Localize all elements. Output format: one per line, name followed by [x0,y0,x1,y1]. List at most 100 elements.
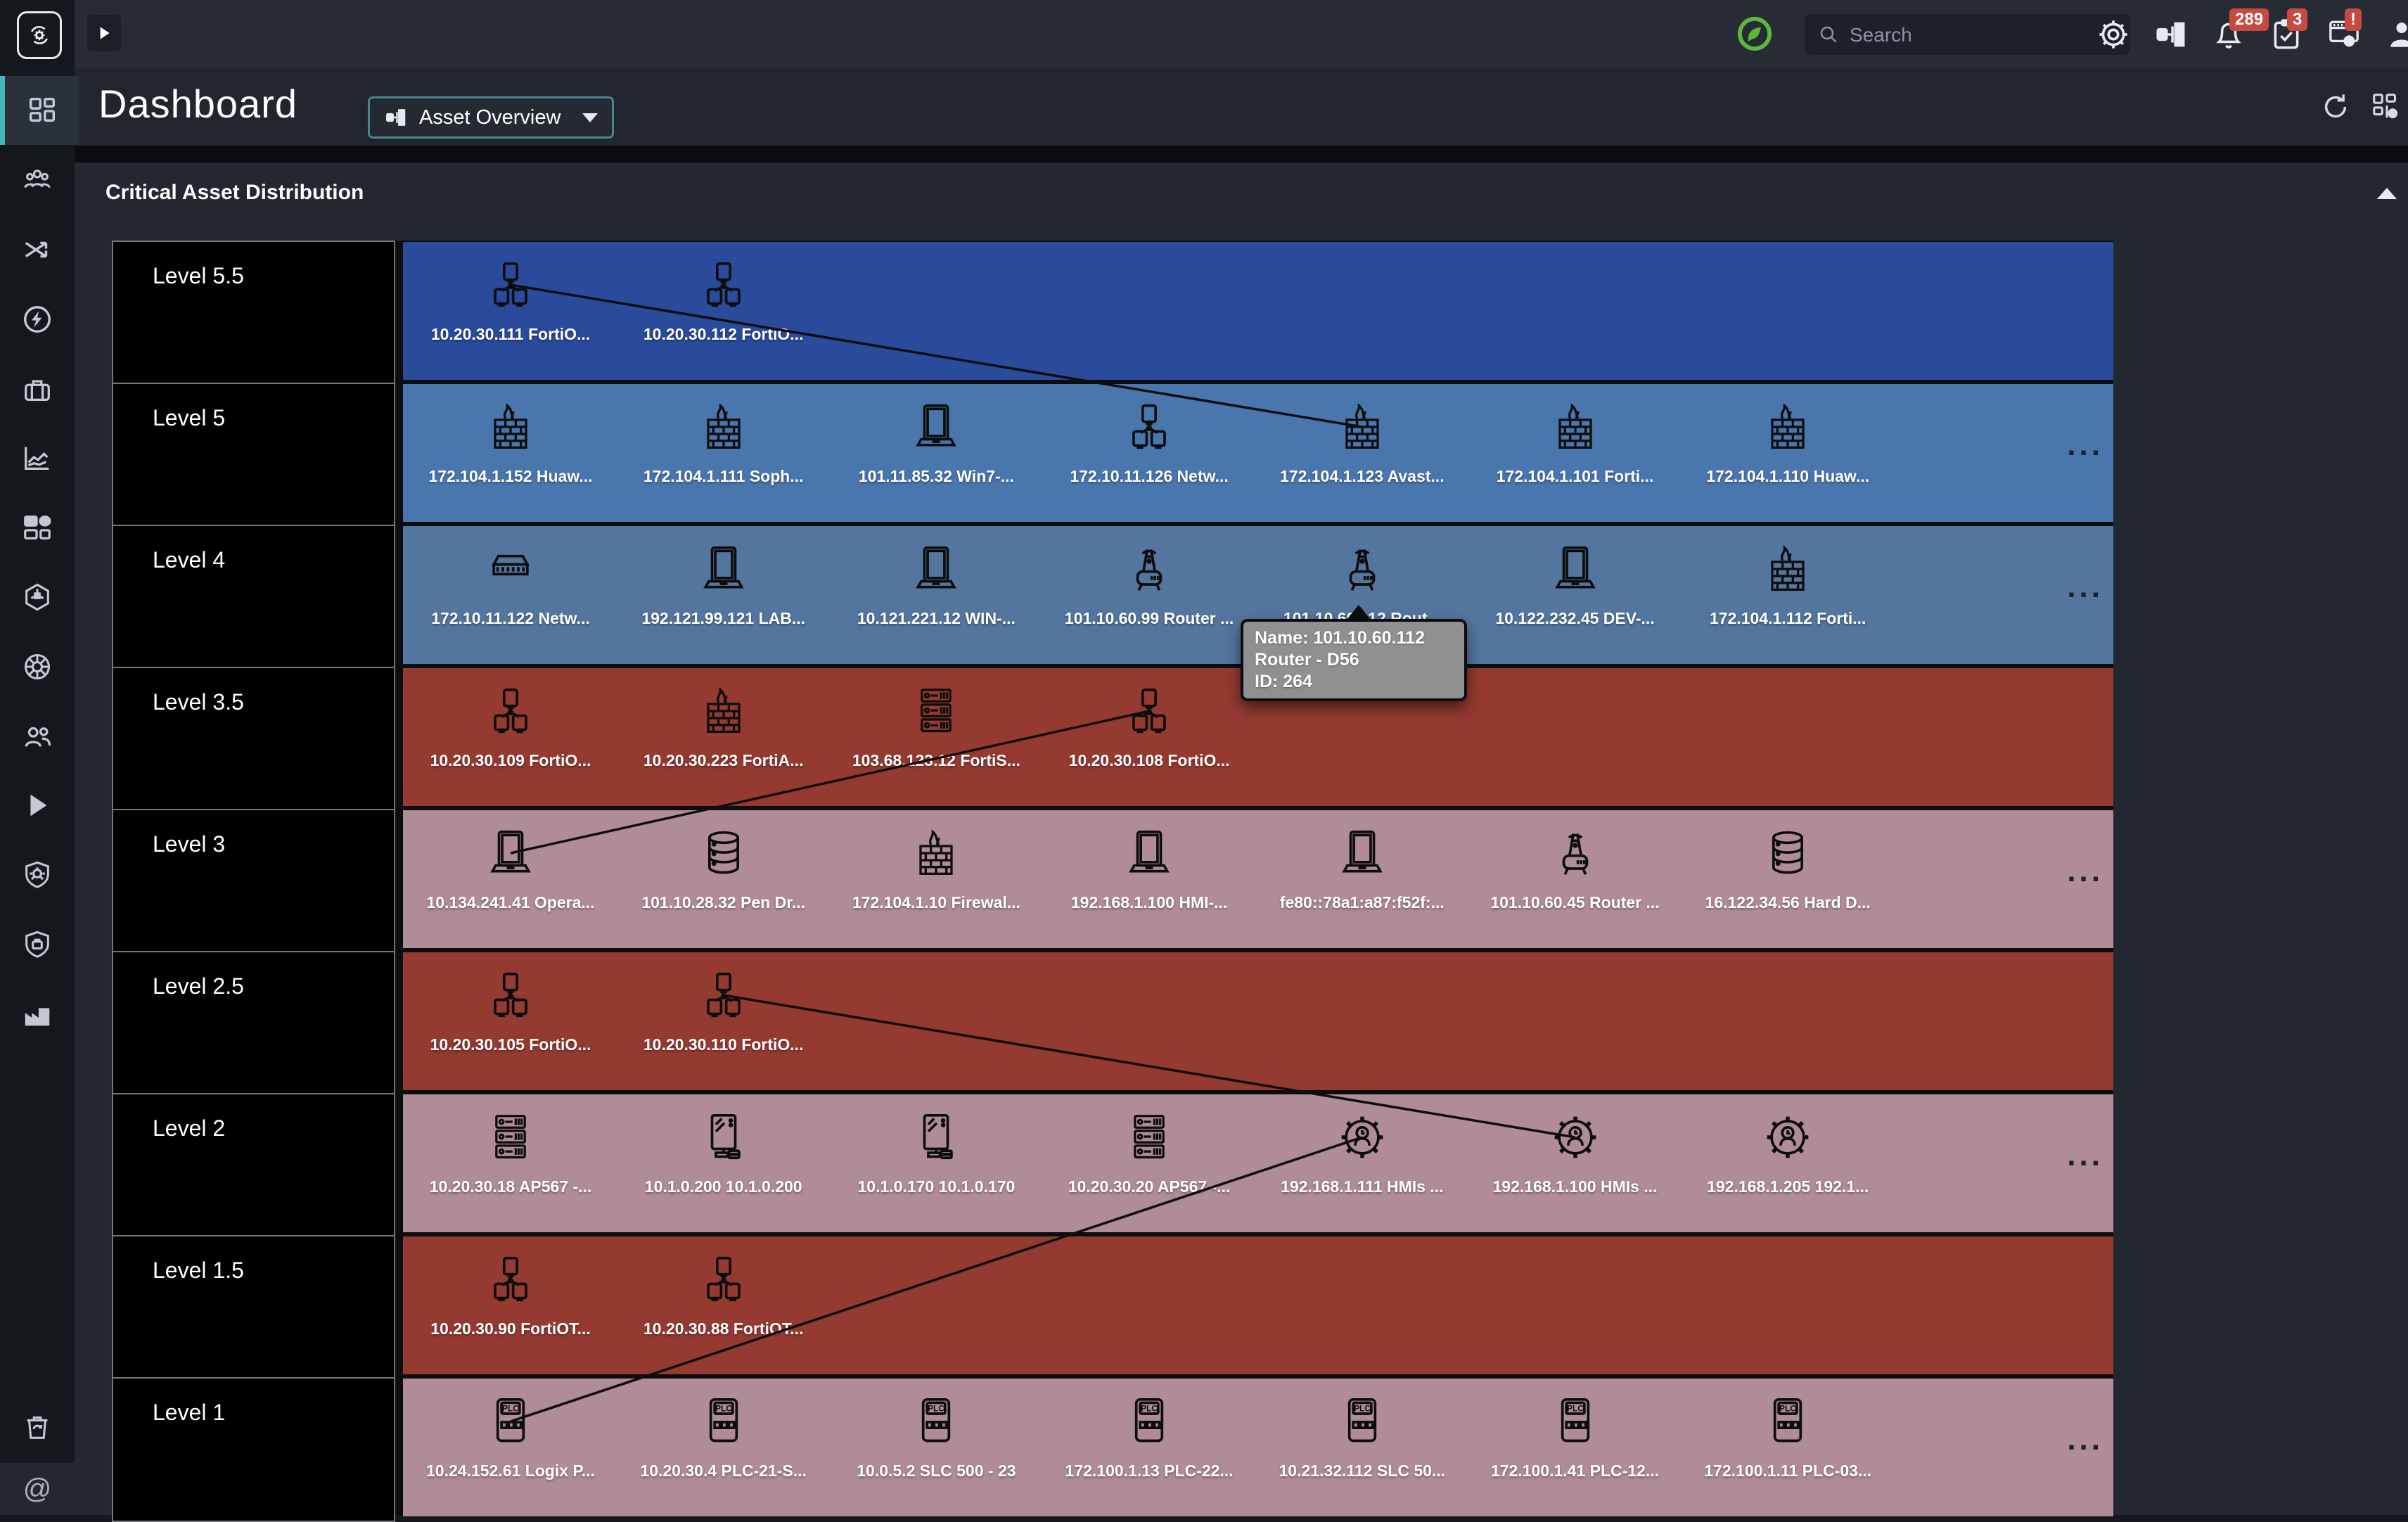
asset-node[interactable]: 192.121.99.121 LAB... [621,526,826,664]
asset-node-label: 101.10.28.32 Pen Dr... [621,893,826,912]
row-overflow-ellipsis[interactable]: ... [2067,428,2103,463]
refresh-button[interactable] [2319,91,2352,123]
level-band: 10.20.30.105 FortiO...10.20.30.110 Forti… [403,952,2113,1090]
server-icon [487,1114,534,1160]
asset-node[interactable]: 101.10.28.32 Pen Dr... [621,810,826,948]
asset-node[interactable]: 192.168.1.205 192.1... [1685,1094,1890,1232]
asset-node[interactable]: 10.20.30.111 FortiO... [408,242,613,380]
asset-node[interactable]: 10.24.152.61 Logix P... [408,1379,613,1516]
asset-node[interactable]: 172.10.11.122 Netw... [408,526,613,664]
asset-node[interactable]: 10.122.232.45 DEV-... [1473,526,1678,664]
firewall-icon [913,830,959,876]
firewall-icon [1765,404,1811,450]
sidebar-item-ot[interactable] [0,980,75,1049]
play-expand-icon [95,23,113,44]
asset-node[interactable]: 192.168.1.100 HMI-... [1046,810,1252,948]
asset-node[interactable]: 101.10.60.45 Router ... [1473,810,1678,948]
sitemap-button[interactable] [2153,17,2189,52]
row-overflow-ellipsis[interactable]: ... [2067,854,2103,889]
app-logo-icon[interactable] [17,11,62,59]
asset-node[interactable]: 10.20.30.109 FortiO... [408,668,613,806]
asset-node[interactable]: fe80::78a1:a87:f52f:... [1260,810,1465,948]
user-menu-button[interactable] [2384,17,2408,52]
tasks-button[interactable]: 3 [2269,17,2304,52]
asset-node[interactable]: 10.20.30.90 FortiOT... [408,1236,613,1374]
asset-node-label: 10.20.30.4 PLC-21-S... [621,1462,826,1481]
sidebar-expand-button[interactable] [87,15,121,51]
widgets-icon [21,511,53,544]
level-label: Level 3.5 [113,668,394,810]
level-label: Level 5 [113,384,394,526]
sidebar-item-analytics[interactable] [0,423,75,492]
layout-icon [384,105,408,129]
sidebar-item-events[interactable] [0,285,75,354]
asset-node[interactable]: 172.100.1.41 PLC-12... [1473,1379,1678,1516]
sidebar-item-traffic[interactable] [0,215,75,284]
asset-node[interactable]: 172.104.1.101 Forti... [1473,384,1678,522]
view-selector-label: Asset Overview [419,106,561,129]
asset-node-label: 10.20.30.112 FortiO... [621,325,826,344]
row-overflow-ellipsis[interactable]: ... [2067,1422,2103,1457]
asset-node[interactable]: 192.168.1.100 HMIs ... [1473,1094,1678,1232]
recycle-bin-icon [21,1411,53,1443]
asset-node[interactable]: 10.1.0.170 10.1.0.170 [833,1094,1039,1232]
sidebar-item-mentions[interactable]: @ [0,1463,75,1515]
sidebar-item-recycle-bin[interactable] [0,1393,75,1462]
asset-node[interactable]: 172.100.1.11 PLC-03... [1685,1379,1890,1516]
tooltip-arrow [1346,605,1371,620]
asset-node[interactable]: 101.11.85.32 Win7-... [833,384,1039,522]
health-status-icon[interactable] [1736,15,1774,53]
asset-node[interactable]: 16.122.34.56 Hard D... [1685,810,1890,948]
asset-node[interactable]: 10.20.30.108 FortiO... [1046,668,1252,806]
asset-node[interactable]: 101.10.60.99 Router ... [1046,526,1252,664]
asset-node[interactable]: 172.10.11.126 Netw... [1046,384,1252,522]
row-overflow-ellipsis[interactable]: ... [2067,1138,2103,1173]
sidebar-item-assets[interactable] [0,563,75,632]
asset-node[interactable]: 10.1.0.200 10.1.0.200 [621,1094,826,1232]
asset-node[interactable]: 172.104.1.123 Avast... [1260,384,1465,522]
asset-node[interactable]: 172.104.1.110 Huaw... [1685,384,1890,522]
sidebar-item-threats[interactable] [0,840,75,909]
asset-node[interactable]: 10.134.241.41 Opera... [408,810,613,948]
asset-node[interactable]: 192.168.1.111 HMIs ... [1260,1094,1465,1232]
sidebar-item-groups[interactable] [0,146,75,215]
sidebar-item-users[interactable] [0,703,75,772]
settings-gear-button[interactable] [2096,17,2131,52]
system-status-button[interactable]: ! [2326,17,2362,52]
asset-node[interactable]: 10.20.30.4 PLC-21-S... [621,1379,826,1516]
sidebar-item-network[interactable] [0,632,75,701]
sidebar-item-dashboard[interactable] [0,76,79,145]
dashboard-settings-button[interactable] [2370,91,2402,123]
asset-node[interactable]: 10.20.30.112 FortiO... [621,242,826,380]
asset-node[interactable]: 172.104.1.111 Soph... [621,384,826,522]
asset-node-label: fe80::78a1:a87:f52f:... [1260,893,1465,912]
asset-node[interactable]: 10.0.5.2 SLC 500 - 23 [833,1379,1039,1516]
asset-node[interactable]: 10.121.221.12 WIN-... [833,526,1039,664]
asset-node[interactable]: 10.20.30.20 AP567 -... [1046,1094,1252,1232]
sitemap-icon [2153,17,2189,52]
sidebar-item-protection[interactable] [0,910,75,979]
level-label: Level 1.5 [113,1236,394,1379]
asset-node[interactable]: 10.21.32.112 SLC 50... [1260,1379,1465,1516]
asset-node[interactable]: 172.104.1.152 Huaw... [408,384,613,522]
asset-node[interactable]: 10.20.30.18 AP567 -... [408,1094,613,1232]
asset-node[interactable]: 10.20.30.105 FortiO... [408,952,613,1090]
asset-node[interactable]: 10.20.30.110 FortiO... [621,952,826,1090]
asset-node[interactable]: 10.20.30.223 FortiA... [621,668,826,806]
asset-node[interactable]: 172.104.1.112 Forti... [1685,526,1890,664]
sidebar-item-widgets[interactable] [0,493,75,562]
notifications-badge: 289 [2229,8,2269,31]
asset-node-label: 172.100.1.41 PLC-12... [1473,1462,1678,1481]
plc-icon [1765,1398,1811,1445]
sidebar-item-inventory[interactable] [0,355,75,424]
asset-node-label: 10.20.30.109 FortiO... [408,751,613,770]
view-selector-dropdown[interactable]: Asset Overview [368,96,614,139]
row-overflow-ellipsis[interactable]: ... [2067,570,2103,605]
asset-node[interactable]: 103.68.123.12 FortiS... [833,668,1039,806]
asset-node[interactable]: 10.20.30.88 FortiOT... [621,1236,826,1374]
sidebar-item-playbooks[interactable] [0,771,75,840]
notifications-button[interactable]: 289 [2211,17,2246,52]
asset-node[interactable]: 172.100.1.13 PLC-22... [1046,1379,1252,1516]
asset-node[interactable]: 172.104.1.10 Firewal... [833,810,1039,948]
search-input[interactable] [1848,14,2118,56]
